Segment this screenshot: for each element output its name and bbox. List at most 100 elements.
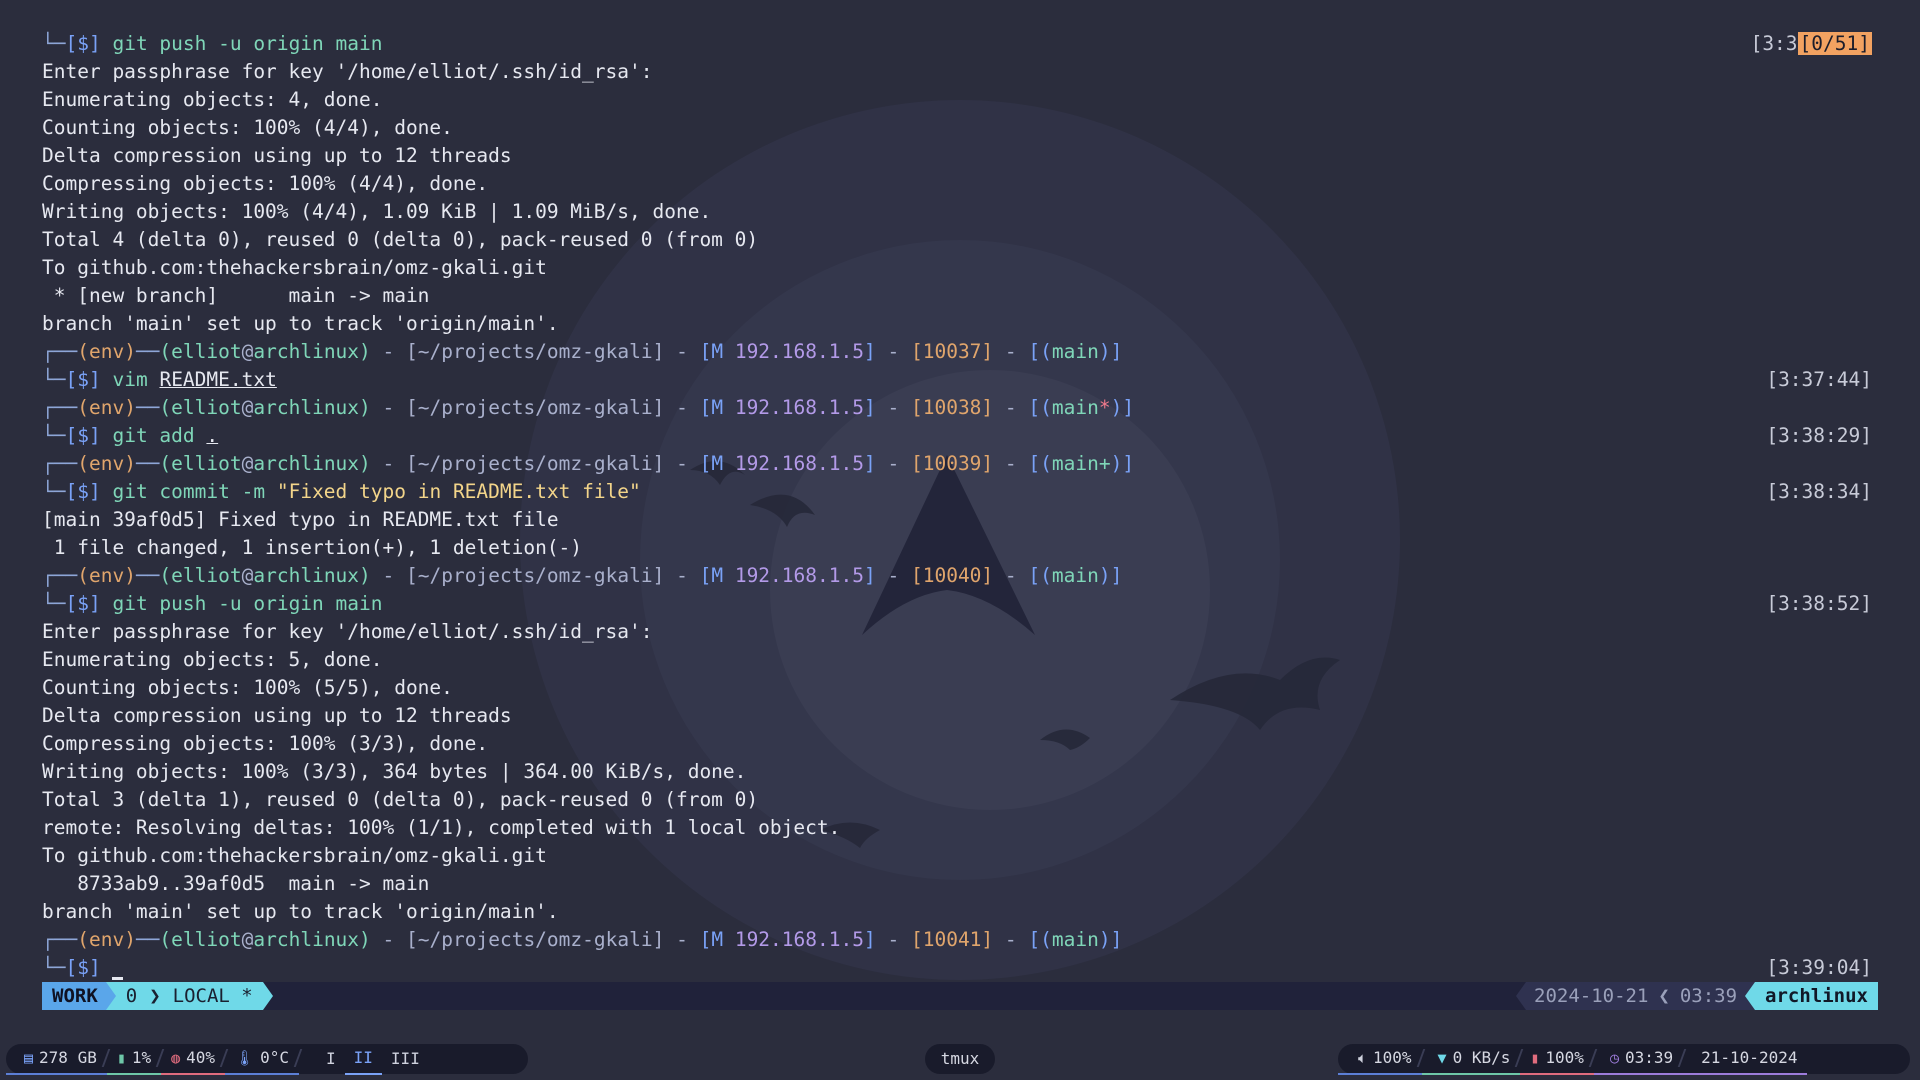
prompt-sep [195, 424, 207, 447]
prompt-sep: - [887, 928, 900, 951]
prompt-bracket: [ [910, 564, 923, 587]
prompt-sep [723, 928, 735, 951]
prompt-sep [394, 928, 406, 951]
tmux-separator-arrow [1516, 982, 1526, 1010]
prompt-sep: - [676, 928, 688, 951]
cpu-module[interactable]: ▮ 1% [106, 1043, 165, 1075]
prompt-bracket: [ [910, 928, 923, 951]
prompt-ip: 192.168.1.5 [734, 452, 864, 475]
prompt-git-branch: main [1051, 564, 1099, 587]
prompt-ip: 192.168.1.5 [734, 340, 864, 363]
disk-module[interactable]: ▤ 278 GB [6, 1043, 111, 1075]
prompt-history-number: 10038 [922, 396, 982, 419]
prompt-dollar: [$] [65, 480, 101, 503]
date-value: 21-10-2024 [1701, 1048, 1798, 1067]
prompt-path: [~/projects/omz-gkali] [406, 928, 665, 951]
prompt-at: @ [241, 564, 254, 587]
clock-module[interactable]: ◷ 03:39 [1593, 1043, 1687, 1075]
tmux-date: 2024-10-21 [1526, 982, 1657, 1010]
battery-value: 100% [1545, 1048, 1584, 1067]
output-text: branch 'main' set up to track 'origin/ma… [42, 312, 559, 335]
memory-module[interactable]: ◍ 40% [161, 1043, 229, 1075]
window-title-pill[interactable]: tmux [925, 1044, 995, 1074]
terminal-line: └─[$] git push -u origin main [3:38:52] [42, 590, 1872, 618]
terminal-line: 1 file changed, 1 insertion(+), 1 deleti… [42, 534, 1872, 562]
volume-module[interactable]: 🔈︎ 100% [1338, 1043, 1425, 1075]
prompt-bracket: )] [1110, 396, 1135, 419]
network-module[interactable]: ▼ 0 KB/s [1421, 1043, 1524, 1075]
prompt-sep: - [887, 564, 900, 587]
tmux-separator-arrow [1745, 982, 1756, 1010]
prompt-user: elliot [171, 564, 242, 587]
prompt-sep [371, 396, 383, 419]
prompt-sep [664, 340, 676, 363]
prompt-sep [899, 396, 911, 419]
prompt-path: [~/projects/omz-gkali] [406, 564, 665, 587]
date-module[interactable]: 21-10-2024 [1683, 1043, 1808, 1075]
command-timestamp: [3:38:34] [1766, 478, 1872, 506]
prompt-bracket: )] [1098, 564, 1123, 587]
terminal-line: Total 4 (delta 0), reused 0 (delta 0), p… [42, 226, 1872, 254]
output-text: Enter passphrase for key '/home/elliot/.… [42, 620, 653, 643]
system-bar: ▤ 278 GB ▮ 1% ◍ 40% 🌡︎ 0°C I II III tmux [0, 1030, 1920, 1080]
prompt-ip-flag: M [711, 340, 724, 363]
terminal-window[interactable]: └─[$] git push -u origin main [3:3 [0/51] E… [0, 0, 1920, 1030]
prompt-sep [101, 480, 113, 503]
temperature-module[interactable]: 🌡︎ 0°C [225, 1043, 303, 1075]
terminal-line: └─[$] vim README.txt [3:37:44] [42, 366, 1872, 394]
prompt-sep [993, 452, 1005, 475]
thermometer-icon: 🌡︎ [235, 1049, 255, 1067]
prompt-env: (env) [77, 396, 136, 419]
prompt-ip: 192.168.1.5 [734, 396, 864, 419]
prompt-path: [~/projects/omz-gkali] [406, 340, 665, 363]
terminal-line: * [new branch] main -> main [42, 282, 1872, 310]
prompt-bracket: [ [910, 340, 923, 363]
prompt-paren: ( [159, 452, 172, 475]
prompt-ip-flag: M [711, 564, 724, 587]
command-timestamp: [3:39:04] [1766, 954, 1872, 982]
terminal-line: remote: Resolving deltas: 100% (1/1), co… [42, 814, 1872, 842]
terminal-cursor[interactable] [112, 977, 124, 980]
prompt-paren: ( [159, 928, 172, 951]
prompt-sep [101, 368, 113, 391]
prompt-sep: - [1004, 340, 1017, 363]
prompt-sep [723, 564, 735, 587]
tmux-separator-arrow [105, 982, 116, 1010]
prompt-sep [723, 452, 735, 475]
prompt-sep [101, 592, 113, 615]
terminal-line: ┌──(env)──(elliot@archlinux) - [~/projec… [42, 338, 1872, 366]
terminal-line: Total 3 (delta 1), reused 0 (delta 0), p… [42, 786, 1872, 814]
workspace-button-active[interactable]: II [344, 1043, 382, 1075]
terminal-line: Enumerating objects: 4, done. [42, 86, 1872, 114]
command-timestamp: [3:3 [0/51] [1751, 30, 1872, 58]
tmux-window-name[interactable]: LOCAL * [162, 982, 263, 1010]
prompt-sep [1017, 340, 1029, 363]
prompt-box-bottom: └─ [42, 32, 66, 55]
output-text: 8733ab9..39af0d5 main -> main [42, 872, 430, 895]
battery-module[interactable]: ▮ 100% [1520, 1043, 1598, 1075]
prompt-bracket: [( [1028, 928, 1052, 951]
prompt-box-dash: ── [135, 396, 160, 419]
prompt-sep [993, 396, 1005, 419]
workspace-button[interactable]: III [382, 1044, 429, 1074]
prompt-sep [688, 396, 700, 419]
terminal-line: Enumerating objects: 5, done. [42, 646, 1872, 674]
prompt-git-branch: main [1051, 452, 1099, 475]
prompt-box-top: ┌── [42, 564, 78, 587]
output-text: Enumerating objects: 4, done. [42, 88, 383, 111]
prompt-sep [394, 452, 406, 475]
prompt-paren: ) [359, 396, 371, 419]
prompt-sep: - [887, 452, 900, 475]
prompt-history-number: 10037 [922, 340, 982, 363]
tmux-window-index[interactable]: 0 [115, 982, 148, 1010]
prompt-box-bottom: └─ [42, 480, 66, 503]
terminal-line: Writing objects: 100% (3/3), 364 bytes |… [42, 758, 1872, 786]
workspace-button[interactable]: I [317, 1044, 345, 1074]
prompt-box-top: ┌── [42, 396, 78, 419]
command-name: vim [112, 368, 148, 391]
prompt-sep [876, 396, 888, 419]
prompt-box-dash: ── [135, 564, 160, 587]
terminal-line: Enter passphrase for key '/home/elliot/.… [42, 618, 1872, 646]
prompt-sep [371, 452, 383, 475]
prompt-sep [688, 564, 700, 587]
